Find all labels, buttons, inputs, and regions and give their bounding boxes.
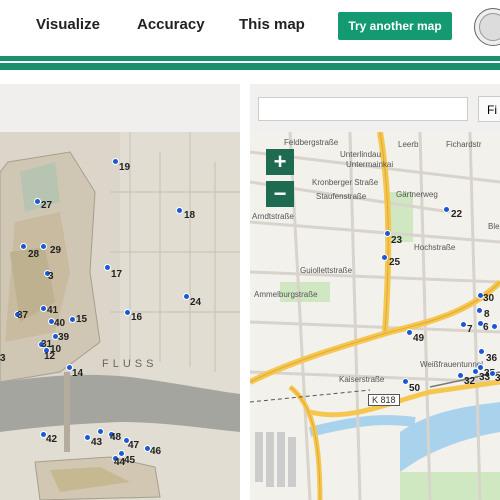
street-label: Kaiserstraße — [339, 375, 385, 384]
marker-label-29: 29 — [50, 245, 62, 256]
marker-28[interactable] — [40, 243, 47, 250]
street-label: Fichardstr — [446, 140, 482, 149]
marker-43b[interactable] — [97, 428, 104, 435]
institution-seal-logo — [474, 8, 500, 46]
marker-49[interactable] — [406, 329, 413, 336]
marker-19[interactable] — [112, 158, 119, 165]
marker-6b[interactable] — [491, 323, 498, 330]
street-label: Arndtstraße — [252, 212, 294, 221]
marker-label-14: 14 — [72, 368, 84, 379]
nav-this-map[interactable]: This map — [239, 16, 305, 33]
street-label: Gärtnerweg — [396, 190, 438, 199]
marker-27[interactable] — [34, 198, 41, 205]
zoom-out-button[interactable]: − — [266, 181, 294, 207]
marker-label-36: 36 — [486, 353, 498, 364]
marker-label-45: 45 — [124, 455, 136, 466]
street-label: Unterlindau — [340, 150, 381, 159]
marker-label-16: 16 — [131, 312, 143, 323]
marker-label-18: 18 — [184, 210, 196, 221]
try-another-map-button[interactable]: Try another map — [338, 12, 452, 40]
marker-label-3: 3 — [48, 271, 54, 282]
marker-label-42: 42 — [46, 434, 58, 445]
marker-43[interactable] — [84, 434, 91, 441]
find-button[interactable]: Fi — [478, 96, 500, 122]
marker-label-43: 43 — [91, 437, 103, 448]
marker-17[interactable] — [104, 264, 111, 271]
location-search-input[interactable] — [258, 97, 468, 121]
street-label: Guiollettstraße — [300, 266, 353, 275]
marker-33[interactable] — [472, 368, 479, 375]
marker-25[interactable] — [381, 254, 388, 261]
marker-label-49: 49 — [413, 333, 425, 344]
nav-visualize[interactable]: Visualize — [36, 16, 100, 33]
marker-29[interactable] — [20, 243, 27, 250]
marker-label-6: 6 — [483, 322, 489, 333]
marker-label-22: 22 — [451, 209, 463, 220]
street-label: Staufenstraße — [316, 192, 367, 201]
marker-label-37: 37 — [17, 310, 29, 321]
historic-map-image[interactable]: FLUSS — [0, 132, 240, 500]
marker-label-34: 34 — [495, 373, 500, 384]
spacer — [0, 70, 500, 84]
marker-8[interactable] — [476, 307, 483, 314]
marker-label-19: 19 — [119, 162, 131, 173]
marker-label-28: 28 — [28, 249, 40, 260]
street-label: Untermainkai — [346, 160, 394, 169]
road-number-label: K 818 — [368, 394, 400, 406]
top-navigation: Visualize Accuracy This map Try another … — [0, 0, 500, 56]
marker-label-46: 46 — [150, 446, 162, 457]
marker-label-48: 48 — [110, 432, 122, 443]
street-label: Ble — [488, 222, 500, 231]
accent-bar — [0, 56, 500, 70]
street-label: Kronberger Straße — [312, 178, 379, 187]
marker-41[interactable] — [40, 305, 47, 312]
marker-label-50: 50 — [409, 383, 421, 394]
marker-label-15: 15 — [76, 314, 88, 325]
marker-label-30: 30 — [483, 293, 495, 304]
marker-50[interactable] — [402, 378, 409, 385]
street-label: Hochstraße — [414, 243, 456, 252]
historic-map-header — [0, 84, 240, 132]
marker-22[interactable] — [443, 206, 450, 213]
marker-32[interactable] — [457, 372, 464, 379]
marker-15[interactable] — [69, 316, 76, 323]
marker-label-47: 47 — [128, 440, 140, 451]
marker-18[interactable] — [176, 207, 183, 214]
historic-map-drawing — [0, 132, 240, 500]
zoom-in-button[interactable]: + — [266, 149, 294, 175]
marker-label-17: 17 — [111, 269, 123, 280]
marker-23[interactable] — [384, 230, 391, 237]
street-label: Leerb — [398, 140, 419, 149]
accent-bar-stripe — [0, 61, 500, 63]
marker-label-12: 12 — [44, 351, 56, 362]
street-label: Feldbergstraße — [284, 138, 339, 147]
marker-36[interactable] — [478, 348, 485, 355]
marker-label-24: 24 — [190, 297, 202, 308]
street-label: Ammelburgstraße — [254, 290, 318, 299]
marker-7[interactable] — [460, 321, 467, 328]
marker-label-41: 41 — [47, 305, 59, 316]
marker-label-32: 32 — [464, 376, 476, 387]
marker-label-40: 40 — [54, 318, 66, 329]
marker-label-23: 23 — [391, 235, 403, 246]
marker-label-25: 25 — [389, 257, 401, 268]
nav-accuracy[interactable]: Accuracy — [137, 16, 205, 33]
marker-label-39: 39 — [58, 332, 70, 343]
marker-label-8: 8 — [484, 309, 490, 320]
marker-label-27: 27 — [41, 200, 53, 211]
river-label: FLUSS — [102, 358, 158, 370]
marker-16[interactable] — [124, 309, 131, 316]
marker-24[interactable] — [183, 293, 190, 300]
marker-label-7: 7 — [467, 324, 473, 335]
marker-label-3b: 3 — [0, 353, 6, 364]
